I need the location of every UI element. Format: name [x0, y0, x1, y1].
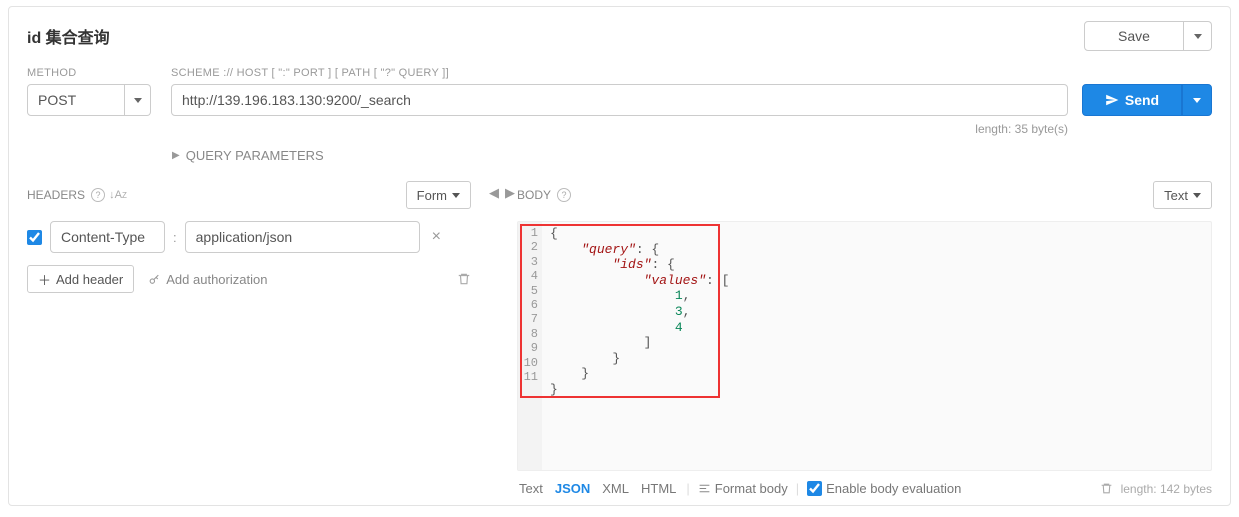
send-button[interactable]: Send: [1082, 84, 1182, 116]
body-format-json[interactable]: JSON: [553, 481, 592, 496]
body-type-label: Text: [1164, 188, 1188, 203]
body-panel: BODY ? Text 1234567891011 { "query": { "…: [517, 181, 1212, 496]
url-label: SCHEME :// HOST [ ":" PORT ] [ PATH [ "?…: [171, 67, 1068, 79]
url-input[interactable]: [171, 84, 1068, 116]
body-label-group: BODY ?: [517, 188, 571, 202]
body-editor-wrap: 1234567891011 { "query": { "ids": { "val…: [517, 221, 1212, 471]
request-card: id 集合查询 Save METHOD POST SCHEME :// HOST…: [8, 6, 1231, 506]
headers-panel: HEADERS ? ↓AZ Form : × ＋ Add h: [27, 181, 487, 496]
sort-icon[interactable]: ↓AZ: [111, 188, 125, 202]
add-header-button[interactable]: ＋ Add header: [27, 265, 134, 293]
separator: |: [686, 481, 689, 496]
header-row: : ×: [27, 221, 471, 253]
method-value[interactable]: POST: [27, 84, 125, 116]
trash-icon: [1100, 482, 1113, 495]
send-button-group: Send: [1082, 84, 1212, 116]
caret-down-icon: [1193, 98, 1201, 103]
caret-down-icon: [452, 193, 460, 198]
method-label: METHOD: [27, 67, 157, 79]
request-title: id 集合查询: [27, 24, 110, 48]
format-body-label: Format body: [715, 481, 788, 496]
body-length-label: length: 142 bytes: [1121, 482, 1212, 496]
caret-down-icon: [1194, 34, 1202, 39]
clear-headers-button[interactable]: [457, 272, 471, 286]
headers-section-header: HEADERS ? ↓AZ Form: [27, 181, 471, 209]
headers-label-group: HEADERS ? ↓AZ: [27, 188, 125, 202]
plus-icon: ＋: [38, 270, 51, 289]
headers-view-label: Form: [417, 188, 447, 203]
save-button[interactable]: Save: [1084, 21, 1184, 51]
send-dropdown-button[interactable]: [1182, 84, 1212, 116]
trash-icon: [457, 272, 471, 286]
body-footer: Text JSON XML HTML | Format body | Enabl…: [517, 481, 1212, 496]
splitter: ◀ ▶: [487, 181, 517, 496]
code-content[interactable]: { "query": { "ids": { "values": [ 1, 3, …: [542, 222, 1211, 470]
send-icon: [1105, 93, 1119, 107]
line-gutter: 1234567891011: [518, 222, 542, 470]
body-format-xml[interactable]: XML: [600, 481, 631, 496]
send-spacer: [1082, 67, 1212, 79]
header-enabled-checkbox[interactable]: [27, 230, 42, 245]
body-format-text[interactable]: Text: [517, 481, 545, 496]
columns: HEADERS ? ↓AZ Form : × ＋ Add h: [27, 181, 1212, 496]
triangle-right-icon: ▶: [172, 150, 180, 161]
query-parameters-label: QUERY PARAMETERS: [186, 148, 324, 163]
body-format-html[interactable]: HTML: [639, 481, 678, 496]
enable-body-eval-label: Enable body evaluation: [826, 481, 961, 496]
remove-header-button[interactable]: ×: [428, 228, 445, 246]
send-label: Send: [1125, 92, 1159, 108]
enable-body-eval-toggle[interactable]: Enable body evaluation: [807, 481, 961, 496]
body-section-header: BODY ? Text: [517, 181, 1212, 209]
align-icon: [698, 482, 711, 495]
format-body-button[interactable]: Format body: [698, 481, 788, 496]
add-authorization-button[interactable]: Add authorization: [148, 272, 267, 287]
collapse-right-button[interactable]: ▶: [502, 185, 518, 201]
add-authorization-label: Add authorization: [166, 272, 267, 287]
url-row: METHOD POST SCHEME :// HOST [ ":" PORT ]…: [27, 67, 1212, 136]
caret-down-icon: [134, 98, 142, 103]
save-dropdown-button[interactable]: [1184, 21, 1212, 51]
header-actions: ＋ Add header Add authorization: [27, 265, 471, 293]
header-key-input[interactable]: [50, 221, 165, 253]
help-icon[interactable]: ?: [91, 188, 105, 202]
separator: |: [796, 481, 799, 496]
headers-label: HEADERS: [27, 188, 85, 202]
body-editor[interactable]: 1234567891011 { "query": { "ids": { "val…: [517, 221, 1212, 471]
body-length-group: length: 142 bytes: [1100, 482, 1212, 496]
header-value-input[interactable]: [185, 221, 420, 253]
add-header-label: Add header: [56, 272, 123, 287]
send-col: Send: [1082, 67, 1212, 116]
url-length-hint: length: 35 byte(s): [171, 122, 1068, 136]
title-row: id 集合查询 Save: [27, 21, 1212, 51]
enable-body-eval-checkbox[interactable]: [807, 481, 822, 496]
collapse-left-button[interactable]: ◀: [486, 185, 502, 201]
headers-view-dropdown[interactable]: Form: [406, 181, 471, 209]
query-parameters-toggle[interactable]: ▶ QUERY PARAMETERS: [172, 148, 1212, 163]
method-col: METHOD POST: [27, 67, 157, 116]
save-button-group: Save: [1084, 21, 1212, 51]
header-colon: :: [173, 230, 177, 245]
body-type-dropdown[interactable]: Text: [1153, 181, 1212, 209]
caret-down-icon: [1193, 193, 1201, 198]
url-col: SCHEME :// HOST [ ":" PORT ] [ PATH [ "?…: [171, 67, 1068, 136]
clear-body-button[interactable]: [1100, 482, 1113, 495]
body-label: BODY: [517, 188, 551, 202]
method-select-group: POST: [27, 84, 157, 116]
method-dropdown-button[interactable]: [125, 84, 151, 116]
help-icon[interactable]: ?: [557, 188, 571, 202]
key-icon: [148, 273, 161, 286]
